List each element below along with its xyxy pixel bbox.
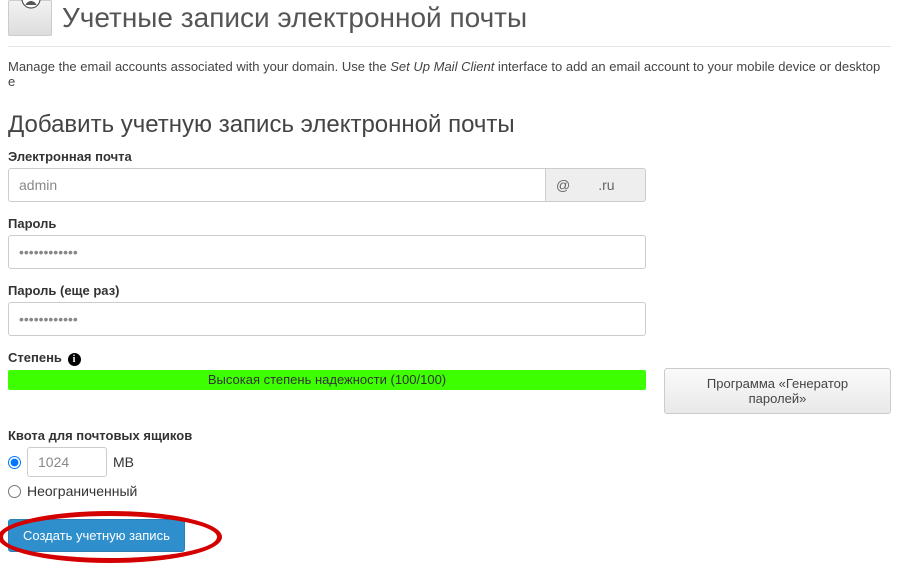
strength-label-text: Степень (8, 350, 62, 365)
quota-label: Квота для почтовых ящиков (8, 428, 891, 443)
quota-unlimited-row: Неограниченный (8, 483, 891, 499)
password2-group: Пароль (еще раз) (8, 283, 891, 336)
create-account-button[interactable]: Создать учетную запись (8, 519, 185, 552)
domain-suffix: .ru (598, 177, 614, 193)
domain-addon[interactable]: @ .ru (546, 168, 646, 202)
strength-label: Степень i (8, 350, 646, 366)
domain-at: @ (556, 177, 570, 193)
quota-fixed-radio[interactable] (8, 456, 21, 469)
quota-group: Квота для почтовых ящиков MB Неограничен… (8, 428, 891, 499)
quota-unlimited-radio[interactable] (8, 485, 21, 498)
desc-prefix: Manage the email accounts associated wit… (8, 59, 390, 74)
info-icon[interactable]: i (68, 353, 81, 366)
mail-accounts-icon (8, 0, 52, 36)
email-row: @ .ru (8, 168, 646, 202)
quota-fixed-row: MB (8, 447, 891, 477)
strength-group: Степень i Высокая степень надежности (10… (8, 350, 891, 414)
submit-wrap: Создать учетную запись (8, 515, 891, 552)
email-input[interactable] (8, 168, 546, 202)
quota-unit: MB (113, 454, 134, 470)
password2-label: Пароль (еще раз) (8, 283, 891, 298)
strength-bar: Высокая степень надежности (100/100) (8, 370, 646, 390)
page-header: Учетные записи электронной почты (8, 0, 891, 47)
email-group: Электронная почта @ .ru (8, 149, 891, 202)
quota-input[interactable] (27, 447, 107, 477)
section-title: Добавить учетную запись электронной почт… (8, 111, 891, 139)
email-label: Электронная почта (8, 149, 891, 164)
page-description: Manage the email accounts associated wit… (8, 59, 891, 89)
quota-unlimited-label: Неограниченный (27, 483, 137, 499)
password-generator-button[interactable]: Программа «Генератор паролей» (664, 368, 891, 414)
password-group: Пароль (8, 216, 891, 269)
password-label: Пароль (8, 216, 891, 231)
password2-input[interactable] (8, 302, 646, 336)
page-title: Учетные записи электронной почты (62, 2, 527, 34)
desc-em: Set Up Mail Client (390, 59, 494, 74)
password-input[interactable] (8, 235, 646, 269)
